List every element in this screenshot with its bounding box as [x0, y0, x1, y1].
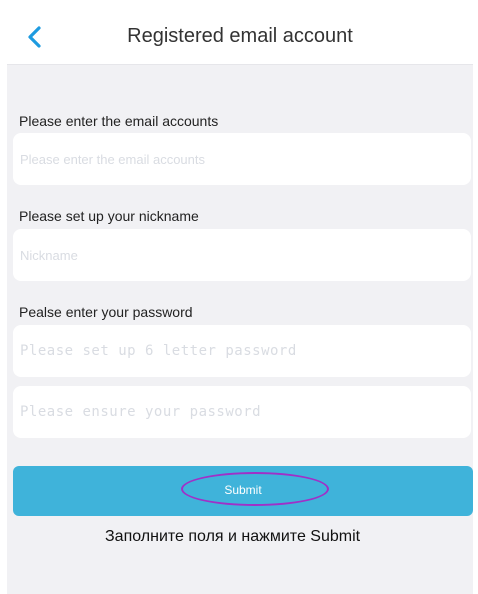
password-label: Pealse enter your password [19, 304, 193, 320]
chevron-left-icon [28, 26, 41, 48]
instruction-caption: Заполните поля и нажмите Submit [105, 528, 361, 545]
nickname-field[interactable] [13, 229, 471, 281]
nickname-label: Please set up your nickname [19, 208, 199, 224]
email-field-container [13, 133, 471, 185]
submit-button[interactable]: Submit [13, 466, 473, 516]
nickname-field-container [13, 229, 471, 281]
top-bar: Registered email account [7, 10, 473, 65]
confirm-password-field-container [13, 386, 471, 438]
confirm-password-field[interactable] [13, 386, 471, 438]
email-field[interactable] [13, 133, 471, 185]
submit-button-label: Submit [224, 483, 262, 497]
page-title: Registered email account [127, 25, 353, 47]
back-button[interactable] [19, 20, 53, 54]
password-field[interactable] [13, 325, 471, 377]
email-label: Please enter the email accounts [19, 113, 219, 129]
password-field-container [13, 325, 471, 377]
registration-screen: Registered email account Please enter th… [7, 10, 473, 594]
